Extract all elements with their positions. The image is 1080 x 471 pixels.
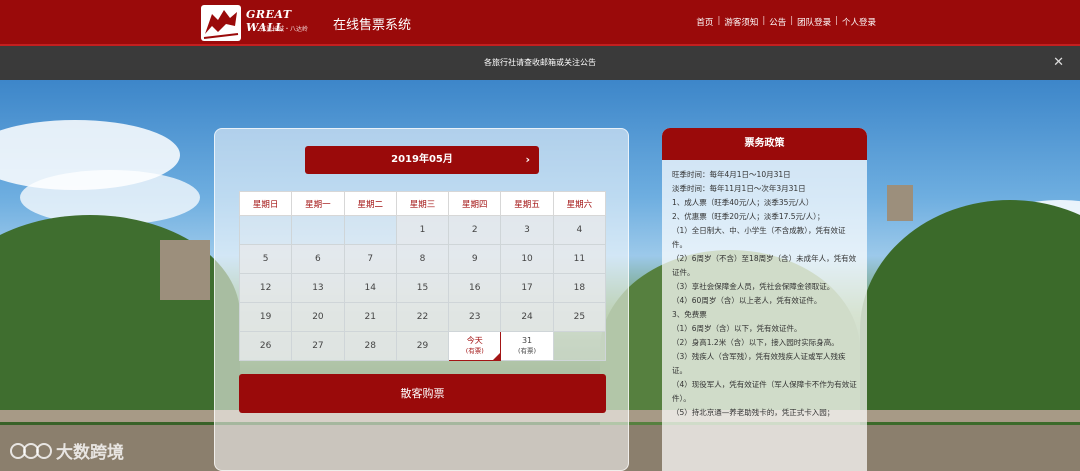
calendar-day-empty <box>343 215 397 245</box>
weekday-header: 星期五 <box>500 191 554 216</box>
nav-personal-login[interactable]: 个人登录 <box>838 16 880 28</box>
calendar-day: 5 <box>238 244 293 274</box>
policy-line: （5）持北京通—养老助残卡的，凭正式卡入园； <box>672 408 835 417</box>
calendar-day: 6 <box>291 244 345 274</box>
calendar-day-empty <box>552 331 607 361</box>
policy-line: （4）现役军人，凭有效证件（军人保障卡不作为有效证件）。 <box>672 380 857 403</box>
calendar-day: 22 <box>395 302 450 332</box>
calendar-day: 14 <box>343 273 397 303</box>
weekday-header: 星期二 <box>343 191 397 216</box>
calendar-day: 24 <box>500 302 554 332</box>
calendar-panel: 2019年05月 › 星期日 星期一 星期二 星期三 星期四 星期五 星期六 1… <box>214 128 629 471</box>
policy-line: 3、免费票 <box>672 310 707 319</box>
policy-line: （2）6周岁（不含）至18周岁（含）未成年人，凭有效证件。 <box>672 254 857 277</box>
nav-visitor-notice[interactable]: 游客须知 <box>720 16 762 28</box>
site-title: 在线售票系统 <box>333 18 412 33</box>
weekday-header: 星期三 <box>395 191 450 216</box>
calendar-day: 15 <box>395 273 450 303</box>
calendar-day: 28 <box>343 331 397 361</box>
calendar-grid: 星期日 星期一 星期二 星期三 星期四 星期五 星期六 1 2 3 4 5 6 <box>238 191 607 361</box>
calendar-day-empty <box>291 215 345 245</box>
month-selector: 2019年05月 › <box>305 146 539 174</box>
calendar-day: 21 <box>343 302 397 332</box>
weekday-header: 星期六 <box>552 191 607 216</box>
calendar-day: 25 <box>552 302 607 332</box>
policy-line: 淡季时间：每年11月1日～次年3月31日 <box>672 184 806 193</box>
calendar-day-available[interactable]: 31 (有票) <box>500 331 554 361</box>
top-header: GREAT WALL 万里长城・八达岭 在线售票系统 首页 | 游客须知 | 公… <box>0 0 1080 46</box>
great-wall-logo[interactable]: GREAT WALL 万里长城・八达岭 <box>200 2 320 42</box>
calendar-day: 18 <box>552 273 607 303</box>
weekday-header: 星期日 <box>238 191 293 216</box>
calendar-day: 27 <box>291 331 345 361</box>
today-label: 今天 <box>466 336 483 345</box>
calendar-day: 1 <box>395 215 450 245</box>
ticket-available-label: (有票) <box>518 347 537 355</box>
calendar-day-empty <box>238 215 293 245</box>
nav-home[interactable]: 首页 <box>692 16 717 28</box>
calendar-day: 23 <box>448 302 502 332</box>
policy-title: 票务政策 <box>662 128 867 160</box>
notice-bar: 各旅行社请查收邮箱或关注公告 ✕ <box>0 46 1080 80</box>
policy-line: （2）身高1.2米（含）以下，接入园时实际身高。 <box>672 338 839 347</box>
great-wall-logo-icon <box>201 5 241 41</box>
logo-subtext: 万里长城・八达岭 <box>260 26 309 33</box>
policy-line: 2、优惠票（旺季20元/人；淡季17.5元/人）； <box>672 212 825 221</box>
watermark-text: 大数跨境 <box>56 443 124 463</box>
calendar-day-today[interactable]: 今天 (有票) <box>448 331 502 361</box>
calendar-day: 2 <box>448 215 502 245</box>
policy-line: （3）残疾人（含军残），凭有效残疾人证或军人残疾证。 <box>672 352 846 375</box>
calendar-day: 3 <box>500 215 554 245</box>
policy-line: （3）享社会保障金人员，凭社会保障金领取证。 <box>672 282 835 291</box>
calendar-day: 29 <box>395 331 450 361</box>
nav-team-login[interactable]: 团队登录 <box>793 16 835 28</box>
chevron-right-icon[interactable]: › <box>525 146 530 174</box>
calendar-day: 7 <box>343 244 397 274</box>
ticket-available-label: (有票) <box>465 347 484 355</box>
calendar-day: 10 <box>500 244 554 274</box>
calendar-day: 13 <box>291 273 345 303</box>
watermark: 大数跨境 <box>10 438 124 463</box>
calendar-day: 20 <box>291 302 345 332</box>
calendar-day: 8 <box>395 244 450 274</box>
calendar-day: 11 <box>552 244 607 274</box>
calendar-day: 16 <box>448 273 502 303</box>
month-label: 2019年05月 <box>391 154 453 165</box>
calendar-day: 19 <box>238 302 293 332</box>
policy-line: （1）6周岁（含）以下，凭有效证件。 <box>672 324 802 333</box>
top-nav: 首页 | 游客须知 | 公告 | 团队登录 | 个人登录 <box>692 16 880 28</box>
calendar-day: 17 <box>500 273 554 303</box>
nav-announcements[interactable]: 公告 <box>765 16 790 28</box>
calendar-day: 12 <box>238 273 293 303</box>
policy-line: 1、成人票（旺季40元/人；淡季35元/人） <box>672 198 814 207</box>
weekday-header: 星期四 <box>448 191 502 216</box>
policy-line: （4）60周岁（含）以上老人，凭有效证件。 <box>672 296 822 305</box>
calendar-day: 4 <box>552 215 607 245</box>
calendar-day: 9 <box>448 244 502 274</box>
ticket-policy-panel: 票务政策 旺季时间：每年4月1日～10月31日 淡季时间：每年11月1日～次年3… <box>662 128 867 471</box>
weekday-header: 星期一 <box>291 191 345 216</box>
day-number: 31 <box>521 336 533 345</box>
calendar-day: 26 <box>238 331 293 361</box>
notice-text: 各旅行社请查收邮箱或关注公告 <box>484 58 596 67</box>
policy-line: 旺季时间：每年4月1日～10月31日 <box>672 170 791 179</box>
close-icon[interactable]: ✕ <box>1053 46 1064 80</box>
individual-ticket-button[interactable]: 散客购票 <box>239 374 606 413</box>
policy-line: （1）全日制大、中、小学生（不含成教），凭有效证件。 <box>672 226 846 249</box>
watermark-logo-icon <box>10 442 52 459</box>
policy-body: 旺季时间：每年4月1日～10月31日 淡季时间：每年11月1日～次年3月31日 … <box>662 160 867 420</box>
